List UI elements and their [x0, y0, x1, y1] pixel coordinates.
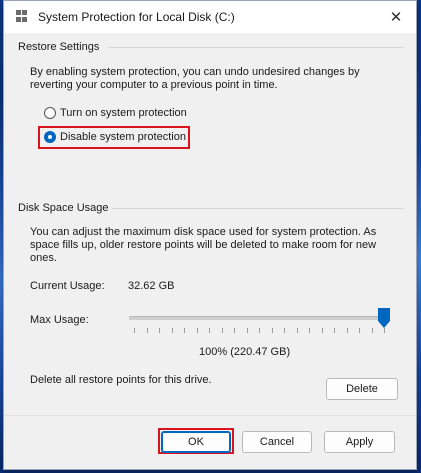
slider-tick [147, 328, 148, 333]
slider-tick [322, 328, 323, 333]
delete-restore-points-text: Delete all restore points for this drive… [30, 374, 212, 386]
max-usage-readout: 100% (220.47 GB) [199, 346, 291, 358]
radio-turn-on-protection[interactable]: Turn on system protection [44, 105, 187, 121]
slider-tick [272, 328, 273, 333]
slider-tick [309, 328, 310, 333]
radio-disable-label: Disable system protection [60, 131, 186, 143]
radio-button-icon[interactable] [44, 107, 56, 119]
slider-tick [347, 328, 348, 333]
slider-tick [297, 328, 298, 333]
disk-space-divider [112, 208, 404, 209]
slider-tick [259, 328, 260, 333]
slider-tick [134, 328, 135, 333]
radio-button-checked-icon[interactable] [44, 131, 56, 143]
window-title: System Protection for Local Disk (C:) [38, 10, 235, 24]
ok-button[interactable]: OK [161, 431, 231, 453]
apply-button[interactable]: Apply [324, 431, 395, 453]
disk-space-description: You can adjust the maximum disk space us… [30, 226, 377, 264]
radio-turn-on-label: Turn on system protection [60, 107, 187, 119]
slider-tick [359, 328, 360, 333]
slider-tick [334, 328, 335, 333]
current-usage-label: Current Usage: [30, 280, 105, 292]
slider-tick [184, 328, 185, 333]
slider-tick [234, 328, 235, 333]
slider-tick [172, 328, 173, 333]
slider-tick [247, 328, 248, 333]
slider-tick [209, 328, 210, 333]
radio-disable-protection[interactable]: Disable system protection [44, 129, 186, 145]
slider-tick [372, 328, 373, 333]
max-usage-slider-thumb[interactable] [378, 308, 390, 328]
restore-settings-divider [108, 47, 404, 48]
title-bar: System Protection for Local Disk (C:) ✕ [4, 1, 416, 33]
slider-tick [159, 328, 160, 333]
footer-divider [4, 415, 416, 416]
close-icon: ✕ [389, 9, 403, 26]
slider-tick [284, 328, 285, 333]
current-usage-value: 32.62 GB [128, 280, 175, 292]
delete-button[interactable]: Delete [326, 378, 398, 400]
slider-tick [197, 328, 198, 333]
slider-tick [222, 328, 223, 333]
max-usage-slider-track[interactable] [129, 316, 387, 320]
max-usage-label: Max Usage: [30, 314, 89, 326]
restore-settings-heading: Restore Settings [18, 41, 100, 53]
disk-space-heading: Disk Space Usage [18, 202, 109, 214]
cancel-button[interactable]: Cancel [242, 431, 312, 453]
close-button[interactable]: ✕ [376, 1, 416, 33]
slider-tick [384, 328, 385, 333]
restore-settings-description: By enabling system protection, you can u… [30, 66, 360, 91]
system-properties-icon [16, 10, 28, 22]
system-protection-dialog: System Protection for Local Disk (C:) ✕ … [3, 0, 417, 470]
